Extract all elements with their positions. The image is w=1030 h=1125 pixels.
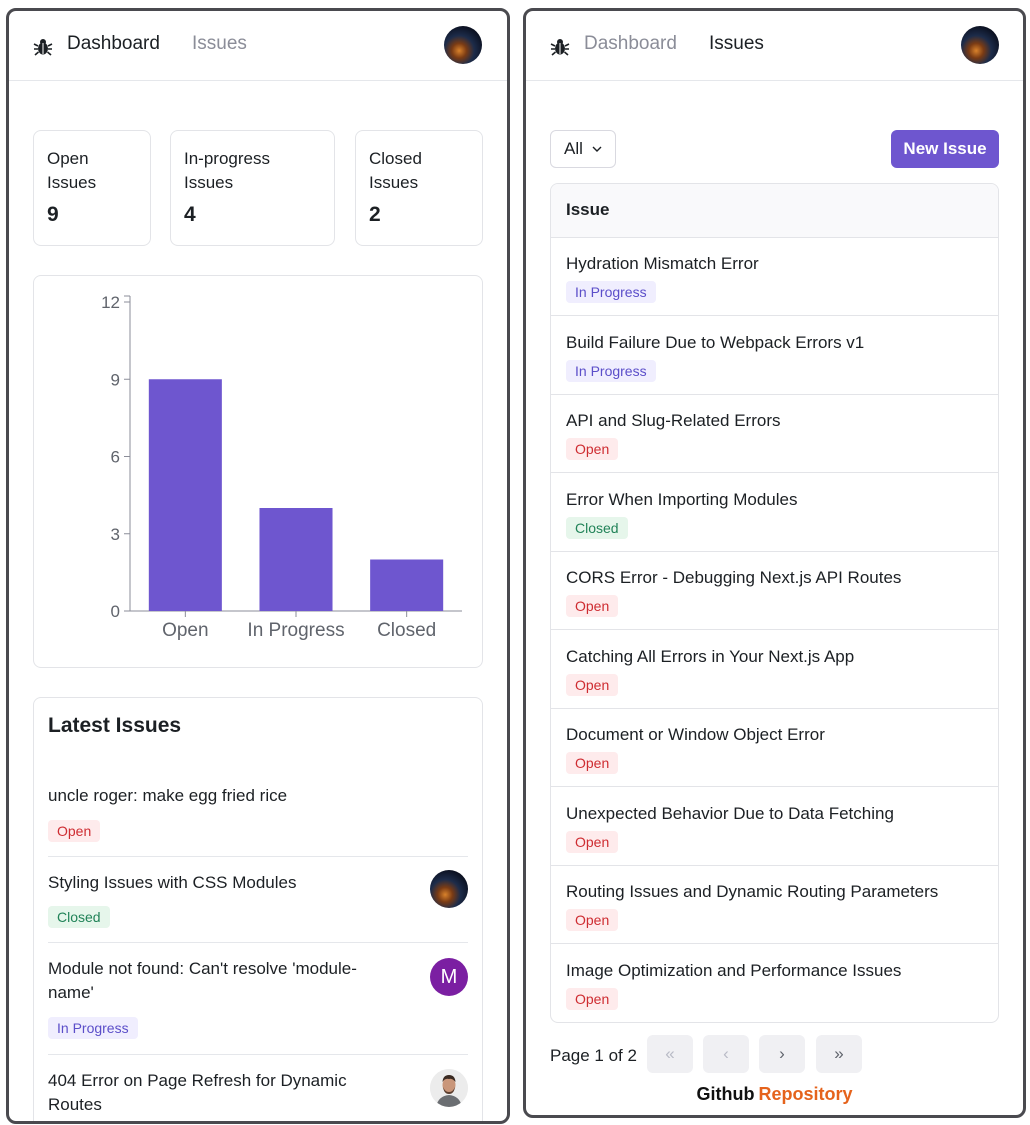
chart-bar-in-progress bbox=[259, 508, 333, 611]
summary-label: Closed Issues bbox=[369, 149, 422, 192]
chart-bar-open bbox=[148, 379, 222, 611]
navbar: Dashboard Issues bbox=[526, 11, 1023, 81]
table-row[interactable]: CORS Error - Debugging Next.js API Route… bbox=[551, 552, 998, 630]
table-row[interactable]: Hydration Mismatch Error In Progress bbox=[551, 238, 998, 316]
table-header: Issue bbox=[551, 184, 998, 238]
x-tick-label: Closed bbox=[377, 620, 436, 641]
table-row[interactable]: Unexpected Behavior Due to Data Fetching… bbox=[551, 788, 998, 866]
issue-title-link[interactable]: API and Slug-Related Errors bbox=[566, 411, 781, 431]
summary-count: 4 bbox=[184, 203, 196, 226]
nav-dashboard-link[interactable]: Dashboard bbox=[67, 33, 160, 55]
status-badge: Open bbox=[566, 987, 619, 1010]
bug-icon[interactable] bbox=[33, 37, 53, 57]
x-tick-label: Open bbox=[162, 620, 208, 641]
issue-title-link[interactable]: 404 Error on Page Refresh for Dynamic Ro… bbox=[48, 1069, 378, 1117]
assignee-avatar: M bbox=[430, 958, 468, 996]
first-page-button[interactable]: « bbox=[647, 1035, 693, 1073]
issue-title-link[interactable]: Error When Importing Modules bbox=[566, 490, 797, 510]
chart-card: 0 3 6 9 12 Open In Progress Closed bbox=[33, 275, 483, 668]
nav-issues-link[interactable]: Issues bbox=[192, 33, 247, 55]
table-row[interactable]: Routing Issues and Dynamic Routing Param… bbox=[551, 866, 998, 944]
chevron-down-icon bbox=[592, 146, 602, 152]
assignee-avatar bbox=[430, 870, 468, 908]
y-tick-label: 6 bbox=[111, 448, 120, 467]
issues-table: Issue Hydration Mismatch Error In Progres… bbox=[550, 183, 999, 1023]
previous-page-button[interactable]: ‹ bbox=[703, 1035, 749, 1073]
status-badge: In Progress bbox=[566, 281, 656, 303]
y-tick-label: 3 bbox=[111, 525, 120, 544]
status-filter-select[interactable]: All bbox=[550, 130, 616, 168]
table-row[interactable]: Catching All Errors in Your Next.js App O… bbox=[551, 631, 998, 709]
issue-title-link[interactable]: Unexpected Behavior Due to Data Fetching bbox=[566, 804, 894, 824]
issue-title-link[interactable]: Styling Issues with CSS Modules bbox=[48, 871, 378, 895]
user-avatar[interactable] bbox=[444, 26, 482, 64]
assignee-avatar bbox=[430, 1069, 468, 1107]
next-page-button[interactable]: › bbox=[759, 1035, 805, 1073]
y-tick-label: 9 bbox=[111, 370, 120, 389]
status-badge: Open bbox=[566, 830, 619, 853]
summary-card-in-progress[interactable]: In-progress Issues 4 bbox=[170, 130, 335, 246]
summary-card-open[interactable]: Open Issues 9 bbox=[33, 130, 151, 246]
issue-title-link[interactable]: Document or Window Object Error bbox=[566, 725, 825, 745]
chart-bar-closed bbox=[370, 559, 444, 611]
table-row[interactable]: API and Slug-Related Errors Open bbox=[551, 395, 998, 473]
column-header-issue[interactable]: Issue bbox=[566, 200, 609, 220]
dashboard-panel: Dashboard Issues Open Issues 9 In-progres… bbox=[6, 8, 510, 1124]
summary-count: 2 bbox=[369, 203, 381, 226]
latest-issue-row[interactable]: Module not found: Can't resolve 'module-… bbox=[48, 943, 468, 1055]
latest-issue-row[interactable]: uncle roger: make egg fried rice Open bbox=[48, 770, 468, 857]
page-indicator: Page 1 of 2 bbox=[550, 1046, 637, 1065]
navbar: Dashboard Issues bbox=[9, 11, 507, 81]
latest-issue-row[interactable]: Styling Issues with CSS Modules Closed bbox=[48, 857, 468, 943]
latest-issues-title: Latest Issues bbox=[48, 714, 182, 737]
issue-title-link[interactable]: uncle roger: make egg fried rice bbox=[48, 784, 378, 808]
status-badge: Open bbox=[566, 909, 619, 931]
table-row[interactable]: Error When Importing Modules Closed bbox=[551, 474, 998, 552]
nav-dashboard-link[interactable]: Dashboard bbox=[584, 33, 677, 55]
latest-issues-card: Latest Issues uncle roger: make egg frie… bbox=[33, 697, 483, 1121]
user-avatar[interactable] bbox=[961, 26, 999, 64]
issue-title-link[interactable]: Hydration Mismatch Error bbox=[566, 254, 759, 274]
issues-panel: Dashboard Issues All New Issue Issue Hyd… bbox=[523, 8, 1026, 1118]
status-badge: Open bbox=[566, 438, 619, 460]
summary-label: Open Issues bbox=[47, 149, 97, 192]
status-badge: In Progress bbox=[566, 359, 656, 382]
y-tick-label: 0 bbox=[111, 602, 120, 621]
issue-title-link[interactable]: Image Optimization and Performance Issue… bbox=[566, 961, 901, 981]
issue-title-link[interactable]: Module not found: Can't resolve 'module-… bbox=[48, 957, 378, 1005]
status-badge: In Progress bbox=[48, 1017, 138, 1039]
issue-title-link[interactable]: CORS Error - Debugging Next.js API Route… bbox=[566, 568, 901, 588]
summary-label: In-progress Issues bbox=[184, 149, 270, 192]
issue-title-link[interactable]: Build Failure Due to Webpack Errors v1 bbox=[566, 333, 864, 353]
y-tick-label: 12 bbox=[101, 293, 120, 312]
person-photo-icon bbox=[430, 1069, 468, 1107]
status-badge: Closed bbox=[48, 906, 110, 928]
last-page-button[interactable]: » bbox=[816, 1035, 862, 1073]
table-row[interactable]: Image Optimization and Performance Issue… bbox=[551, 945, 998, 1023]
issue-title-link[interactable]: Catching All Errors in Your Next.js App bbox=[566, 647, 854, 667]
issue-title-link[interactable]: Routing Issues and Dynamic Routing Param… bbox=[566, 882, 938, 902]
status-badge: Open bbox=[566, 752, 619, 774]
latest-issue-row[interactable]: 404 Error on Page Refresh for Dynamic Ro… bbox=[48, 1055, 468, 1121]
github-repository-link[interactable]: Github Repository bbox=[526, 1084, 1023, 1105]
x-tick-label: In Progress bbox=[247, 620, 344, 641]
footer-repository-text: Repository bbox=[758, 1084, 853, 1104]
status-badge: Open bbox=[48, 820, 101, 842]
status-badge: Open bbox=[566, 673, 619, 696]
status-badge: Open bbox=[566, 595, 619, 617]
filter-value: All bbox=[564, 139, 583, 158]
issues-bar-chart: 0 3 6 9 12 Open In Progress Closed bbox=[101, 293, 462, 641]
new-issue-button[interactable]: New Issue bbox=[891, 130, 999, 168]
footer-github-text: Github bbox=[696, 1084, 755, 1104]
bug-icon[interactable] bbox=[550, 37, 570, 57]
table-row[interactable]: Build Failure Due to Webpack Errors v1 In… bbox=[551, 317, 998, 395]
summary-card-closed[interactable]: Closed Issues 2 bbox=[355, 130, 483, 246]
nav-issues-link[interactable]: Issues bbox=[709, 33, 764, 55]
status-badge: Closed bbox=[566, 516, 628, 539]
summary-count: 9 bbox=[47, 203, 59, 226]
table-row[interactable]: Document or Window Object Error Open bbox=[551, 709, 998, 787]
